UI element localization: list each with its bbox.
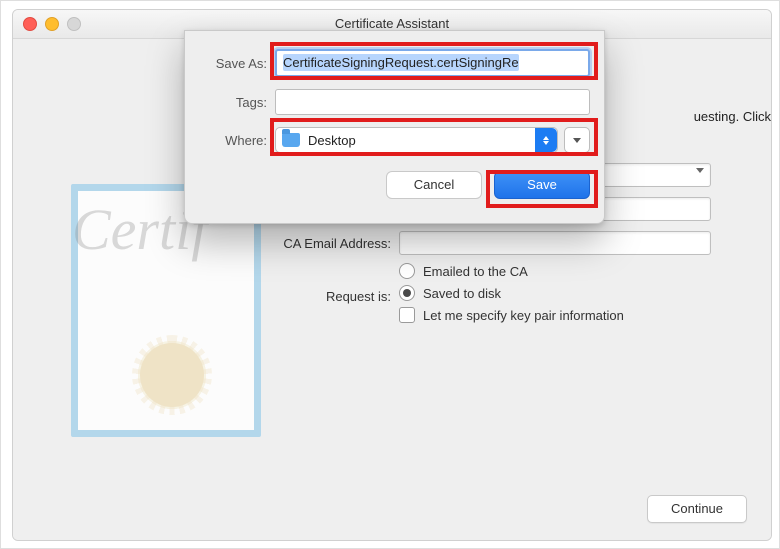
where-value: Desktop bbox=[308, 133, 356, 148]
cancel-button[interactable]: Cancel bbox=[386, 171, 482, 199]
save-as-field[interactable]: CertificateSigningRequest.certSigningRe bbox=[275, 49, 590, 77]
request-is-label: Request is: bbox=[241, 289, 399, 304]
zoom-window-button bbox=[67, 17, 81, 31]
radio-saved-to-disk[interactable]: Saved to disk bbox=[399, 285, 711, 301]
where-popup[interactable]: Desktop bbox=[275, 127, 558, 153]
chevron-down-icon bbox=[573, 138, 581, 143]
expand-save-panel-button[interactable] bbox=[564, 127, 590, 153]
save-as-value: CertificateSigningRequest.certSigningRe bbox=[283, 54, 519, 71]
continue-button[interactable]: Continue bbox=[647, 495, 747, 523]
ca-email-field[interactable] bbox=[399, 231, 711, 255]
radio-saved-label: Saved to disk bbox=[423, 286, 501, 301]
save-as-label: Save As: bbox=[199, 56, 275, 71]
tags-field[interactable] bbox=[275, 89, 590, 115]
checkbox-keypair-info[interactable]: Let me specify key pair information bbox=[399, 307, 711, 323]
tags-label: Tags: bbox=[199, 95, 275, 110]
ca-email-label: CA Email Address: bbox=[241, 236, 399, 251]
where-label: Where: bbox=[199, 133, 275, 148]
save-button[interactable]: Save bbox=[494, 171, 590, 199]
radio-checked-icon bbox=[399, 285, 415, 301]
radio-emailed-label: Emailed to the CA bbox=[423, 264, 528, 279]
radio-icon bbox=[399, 263, 415, 279]
folder-icon bbox=[282, 133, 300, 147]
checkbox-icon bbox=[399, 307, 415, 323]
radio-emailed-to-ca[interactable]: Emailed to the CA bbox=[399, 263, 711, 279]
instruction-text-fragment: uesting. Click bbox=[617, 109, 771, 124]
updown-stepper-icon bbox=[535, 128, 557, 152]
checkbox-keypair-label: Let me specify key pair information bbox=[423, 308, 624, 323]
minimize-window-button[interactable] bbox=[45, 17, 59, 31]
save-sheet: Save As: CertificateSigningRequest.certS… bbox=[184, 30, 605, 224]
close-window-button[interactable] bbox=[23, 17, 37, 31]
